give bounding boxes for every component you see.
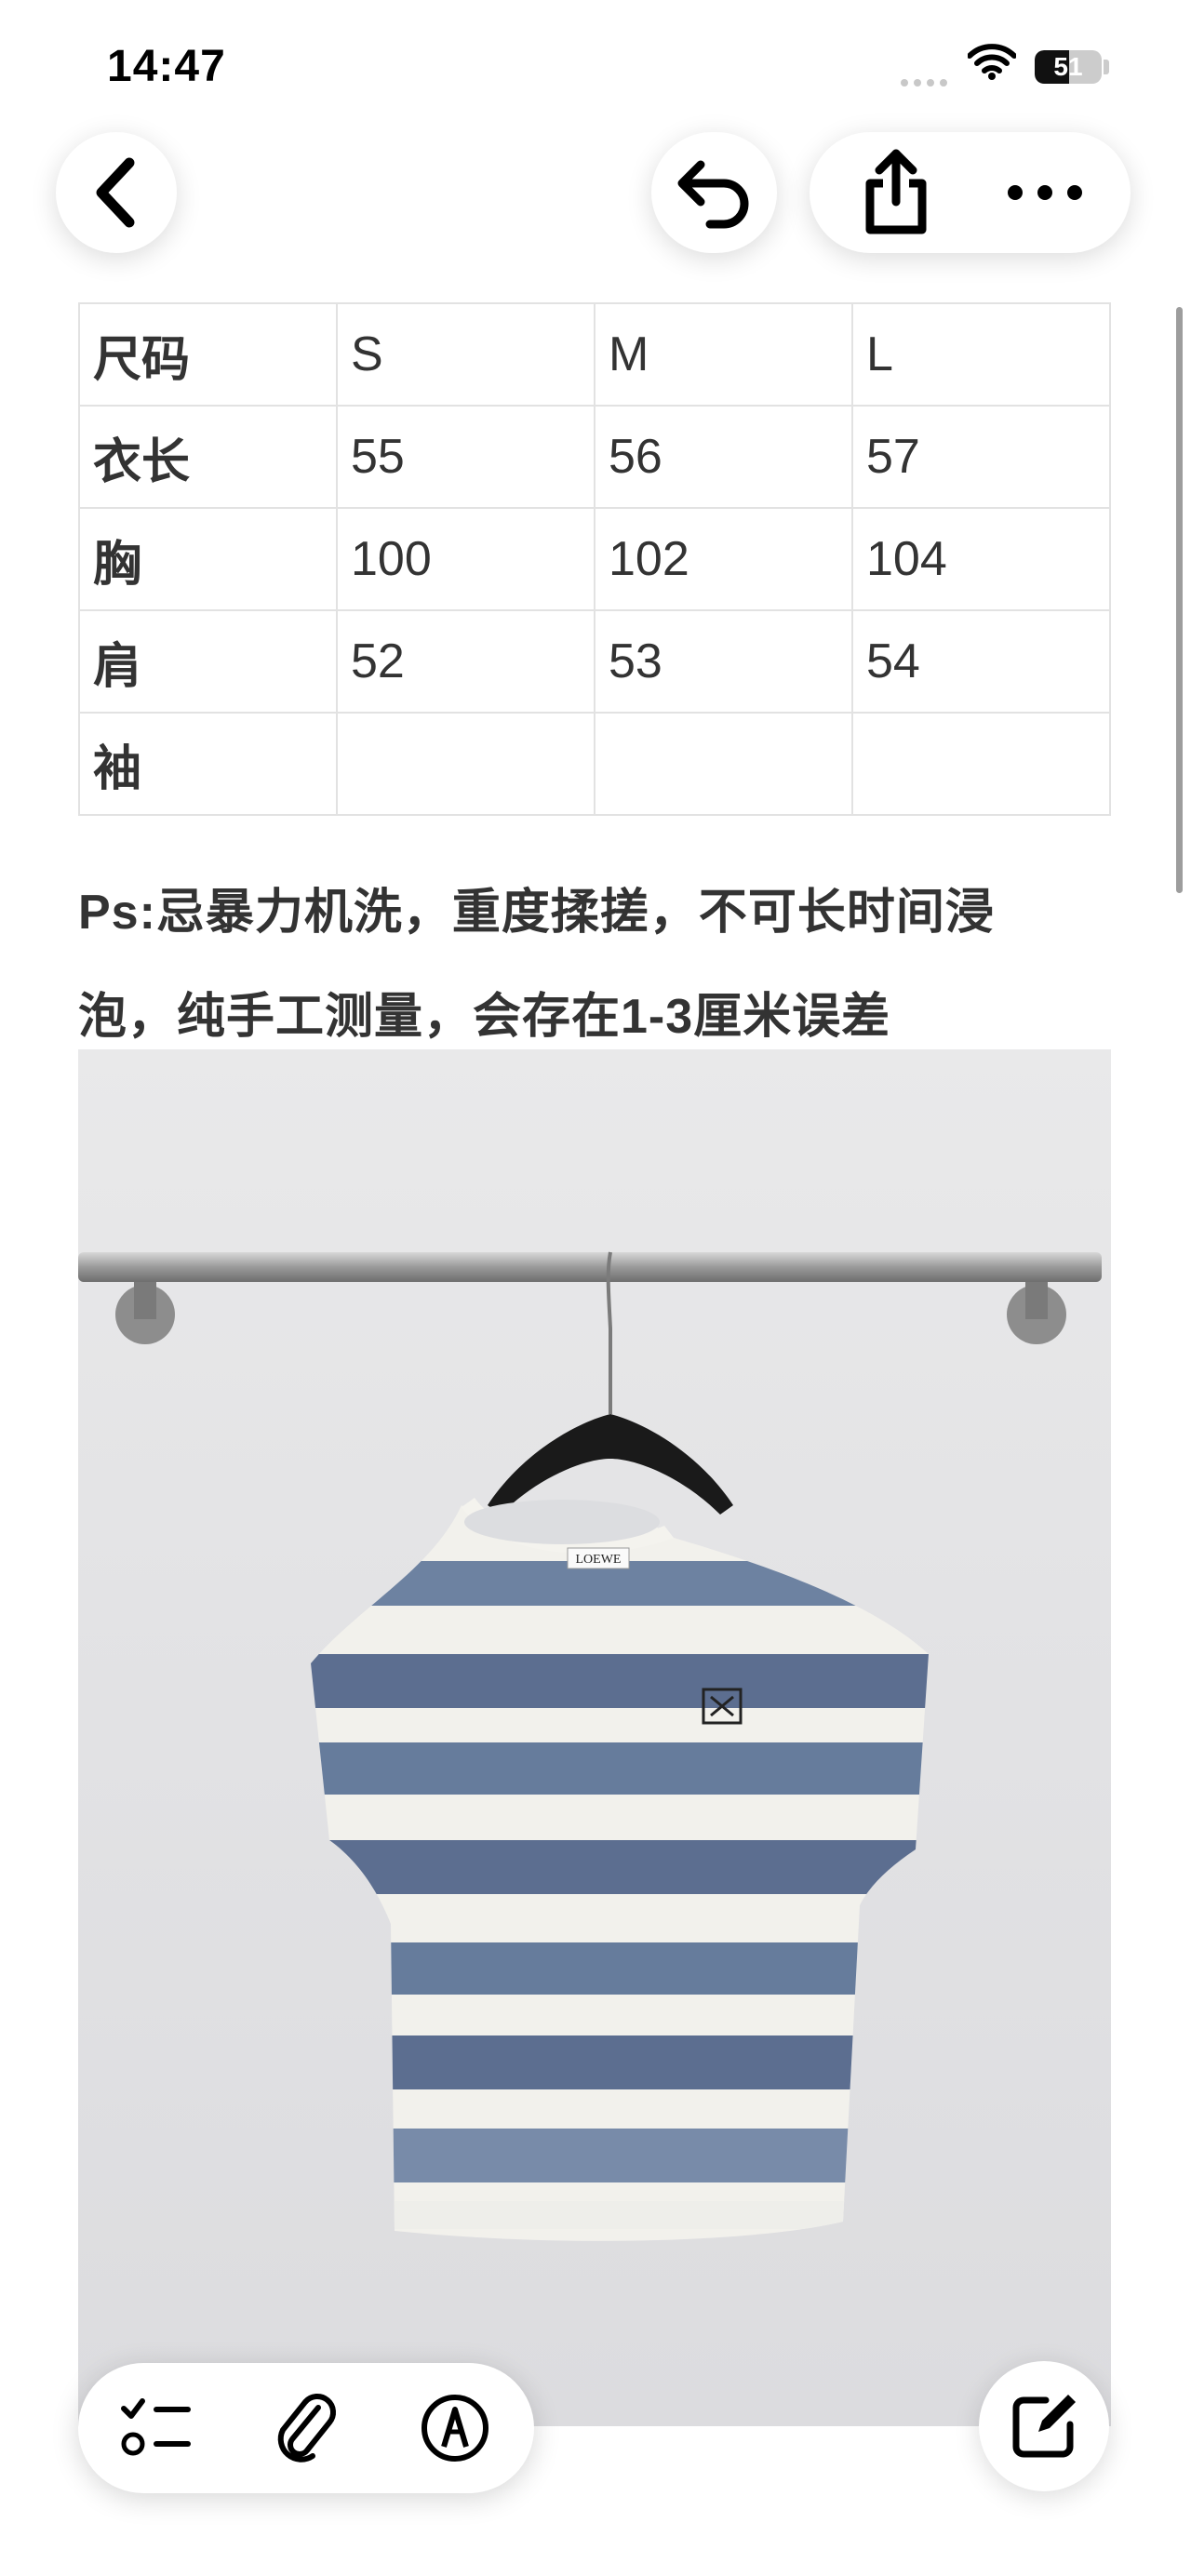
- table-row: 袖: [78, 712, 1111, 816]
- compose-icon: [1012, 2395, 1076, 2458]
- back-button[interactable]: [56, 132, 177, 253]
- table-cell: 102: [594, 507, 853, 611]
- scrollbar-thumb[interactable]: [1176, 307, 1183, 893]
- more-icon: [1008, 185, 1082, 200]
- battery-cap: [1104, 60, 1109, 74]
- wifi-icon: [967, 43, 1017, 85]
- neck-label: LOEWE: [576, 1553, 622, 1567]
- markup-pen-icon: [422, 2395, 488, 2462]
- paperclip-icon: [277, 2394, 336, 2463]
- table-cell: 56: [594, 405, 853, 509]
- table-cell: [851, 712, 1111, 816]
- undo-button[interactable]: [651, 132, 777, 253]
- compose-button[interactable]: [979, 2361, 1109, 2491]
- attachment-button[interactable]: [255, 2377, 357, 2479]
- table-cell: [336, 712, 596, 816]
- table-cell: 尺码: [78, 302, 338, 407]
- table-cell: [594, 712, 853, 816]
- checklist-icon: [121, 2398, 191, 2456]
- table-cell: 54: [851, 609, 1111, 714]
- table-cell: 53: [594, 609, 853, 714]
- table-cell: 55: [336, 405, 596, 509]
- hanging-rail: [78, 1252, 1102, 1282]
- table-row: 尺码 S M L: [78, 302, 1111, 407]
- share-more-group: [810, 132, 1131, 253]
- size-table: 尺码 S M L 衣长 55 56 57 胸 100 102 104 肩 52 …: [78, 302, 1111, 816]
- battery-percent: 51: [1053, 52, 1083, 81]
- share-button[interactable]: [845, 141, 947, 244]
- more-button[interactable]: [994, 141, 1096, 244]
- product-photo-drawing: LOEWE: [78, 1251, 1102, 2241]
- care-note-line-1: Ps:忌暴力机洗，重度揉搓，不可长时间浸: [78, 886, 995, 940]
- table-cell: 袖: [78, 712, 338, 816]
- table-cell: L: [851, 302, 1111, 407]
- table-cell: 衣长: [78, 405, 338, 509]
- battery-icon: 51: [1035, 50, 1102, 84]
- table-cell: S: [336, 302, 596, 407]
- table-cell: 100: [336, 507, 596, 611]
- care-note: Ps:忌暴力机洗，重度揉搓，不可长时间浸 泡，纯手工测量，会存在1-3厘米误差: [78, 861, 1130, 1069]
- bottom-toolbar: [78, 2363, 534, 2493]
- table-cell: 57: [851, 405, 1111, 509]
- share-icon: [865, 149, 927, 234]
- checklist-button[interactable]: [106, 2377, 208, 2479]
- markup-button[interactable]: [404, 2377, 506, 2479]
- status-time: 14:47: [107, 42, 226, 91]
- table-row: 胸 100 102 104: [78, 507, 1111, 611]
- table-cell: 104: [851, 507, 1111, 611]
- product-photo[interactable]: LOEWE: [78, 1049, 1111, 2426]
- table-cell: M: [594, 302, 853, 407]
- table-cell: 胸: [78, 507, 338, 611]
- undo-icon: [677, 160, 748, 229]
- table-row: 肩 52 53 54: [78, 609, 1111, 714]
- cellular-signal-icon: [901, 74, 953, 91]
- table-row: 衣长 55 56 57: [78, 405, 1111, 509]
- table-cell: 肩: [78, 609, 338, 714]
- chevron-left-icon: [96, 157, 135, 228]
- status-bar: 14:47 51: [0, 0, 1191, 130]
- table-cell: 52: [336, 609, 596, 714]
